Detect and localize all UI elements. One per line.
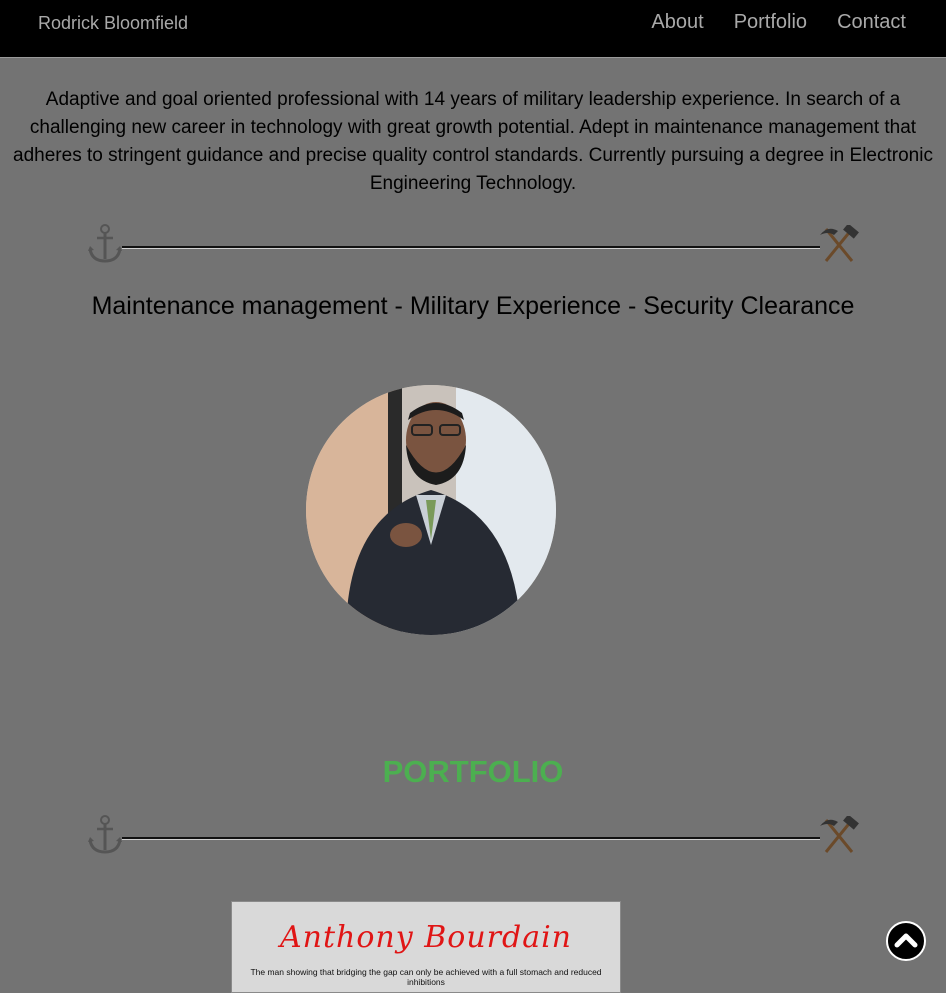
- profile-photo: [306, 385, 556, 635]
- hammer-pick-icon: [820, 816, 859, 853]
- tagline: Maintenance management - Military Experi…: [91, 292, 855, 320]
- nav-link-about[interactable]: About: [651, 11, 703, 34]
- nav-link-portfolio[interactable]: Portfolio: [734, 11, 807, 34]
- navbar: Rodrick Bloomfield About Portfolio Conta…: [0, 0, 946, 58]
- section-divider: [86, 814, 860, 858]
- divider-line: [122, 837, 820, 839]
- chevron-up-icon: [894, 933, 918, 948]
- section-divider: [86, 223, 860, 267]
- nav-link-contact[interactable]: Contact: [837, 11, 906, 34]
- portfolio-heading: PORTFOLIO: [382, 754, 564, 789]
- divider-line: [122, 246, 820, 248]
- profile-photo-illustration: [306, 385, 556, 635]
- anchor-icon: [88, 224, 122, 263]
- portfolio-card[interactable]: Anthony Bourdain The man showing that br…: [231, 901, 621, 993]
- intro-text: Adaptive and goal oriented professional …: [13, 89, 933, 194]
- scroll-to-top-button[interactable]: [886, 921, 926, 961]
- anchor-icon: [88, 815, 122, 854]
- nav-links: About Portfolio Contact: [651, 11, 906, 34]
- hammer-pick-icon: [820, 225, 859, 262]
- portfolio-card-description: The man showing that bridging the gap ca…: [250, 967, 602, 987]
- brand-name[interactable]: Rodrick Bloomfield: [38, 13, 188, 34]
- portfolio-card-title: Anthony Bourdain: [279, 920, 572, 955]
